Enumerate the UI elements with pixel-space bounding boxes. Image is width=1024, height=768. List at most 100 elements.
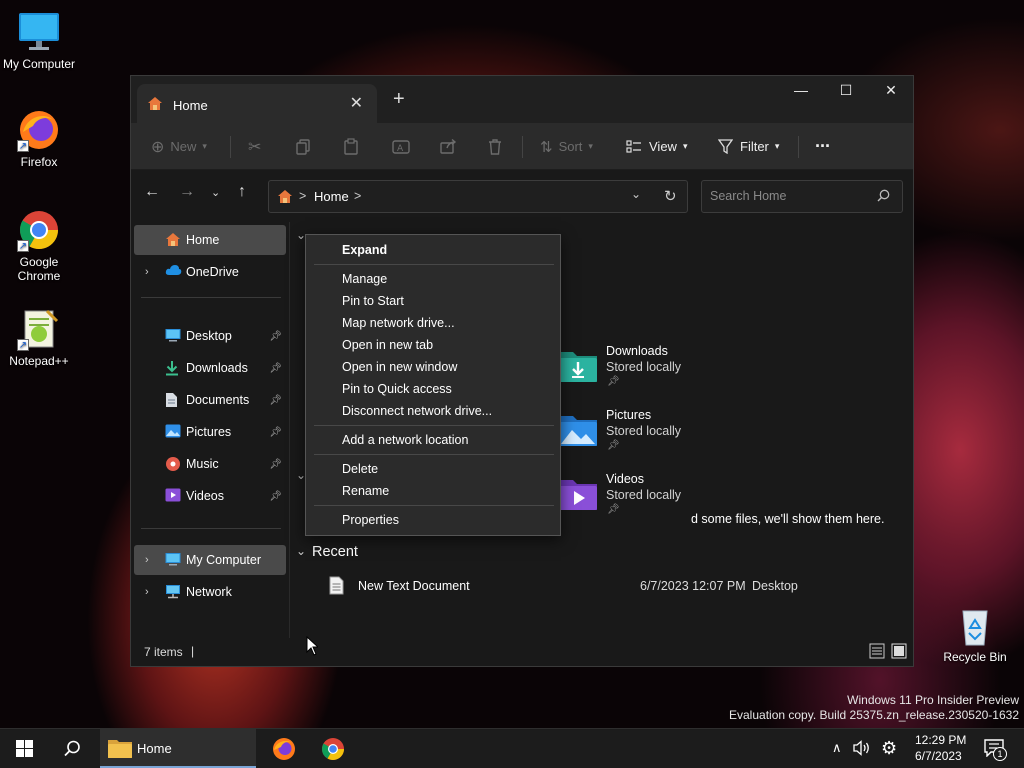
sidebar-item-home[interactable]: Home	[134, 225, 286, 255]
tiles-view-icon[interactable]	[891, 643, 907, 662]
filter-button[interactable]: Filter ▾	[718, 123, 779, 170]
menu-item-pin-to-start[interactable]: Pin to Start	[342, 291, 404, 311]
menu-item-open-in-new-window[interactable]: Open in new window	[342, 357, 457, 377]
desktop-icon-recycle-bin[interactable]: Recycle Bin	[937, 603, 1013, 664]
recycle-bin-icon	[953, 603, 997, 647]
see-more-button[interactable]: ···	[815, 123, 831, 170]
sidebar-item-pictures[interactable]: Pictures 📌︎	[134, 417, 286, 447]
forward-arrow-icon[interactable]: →	[179, 183, 195, 201]
breadcrumb-separator: >	[354, 189, 362, 203]
search-icon[interactable]	[64, 740, 81, 760]
pin-icon: 📌︎	[607, 440, 620, 451]
show-hidden-icons-chevron-icon[interactable]: ∧	[832, 740, 842, 756]
pictures-icon	[165, 424, 181, 440]
sidebar-item-documents[interactable]: Documents 📌︎	[134, 385, 286, 415]
refresh-icon[interactable]: ↻	[664, 187, 677, 205]
sidebar-item-my-computer[interactable]: › My Computer	[134, 545, 286, 575]
rename-button[interactable]: A	[392, 123, 410, 170]
tile-name: Downloads	[606, 344, 668, 358]
recent-collapse-chevron-icon[interactable]: ⌄	[296, 544, 306, 558]
taskbar-firefox-icon[interactable]	[272, 737, 296, 764]
start-button[interactable]	[16, 740, 33, 760]
music-icon	[165, 456, 181, 472]
videos-icon	[165, 488, 181, 504]
menu-item-expand[interactable]: Expand	[342, 240, 387, 260]
delete-button[interactable]	[488, 123, 502, 170]
close-icon[interactable]: ✕	[350, 93, 363, 113]
address-dropdown-chevron-icon[interactable]: ⌄	[631, 187, 641, 201]
quick-access-tile-pictures[interactable]: Pictures Stored locally 📌︎	[559, 404, 719, 458]
menu-item-pin-to-quick-access[interactable]: Pin to Quick access	[342, 379, 452, 399]
taskbar-explorer-button[interactable]: Home	[100, 729, 256, 768]
chevron-down-icon: ▾	[682, 141, 688, 151]
tile-name: Videos	[606, 472, 644, 486]
clipboard-icon	[344, 138, 358, 155]
sidebar-item-network[interactable]: › Network	[134, 577, 286, 607]
sidebar-item-videos[interactable]: Videos 📌︎	[134, 481, 286, 511]
windows-logo-icon	[16, 740, 33, 757]
menu-item-properties[interactable]: Properties	[342, 510, 399, 530]
menu-item-open-in-new-tab[interactable]: Open in new tab	[342, 335, 433, 355]
breadcrumb-home[interactable]: Home	[314, 189, 349, 204]
sidebar-item-music[interactable]: Music 📌︎	[134, 449, 286, 479]
minimize-button[interactable]: —	[778, 76, 824, 106]
title-bar: Home ✕ + — ☐ ✕	[131, 76, 913, 123]
sidebar-item-label: Videos	[186, 489, 224, 503]
quick-access-tile-downloads[interactable]: Downloads Stored locally 📌︎	[559, 340, 719, 394]
plus-icon[interactable]: +	[393, 88, 405, 111]
pin-icon: 📌︎	[269, 330, 282, 342]
cut-button[interactable]: ✂	[248, 123, 261, 170]
desktop-icon-google-chrome[interactable]: ↗ Google Chrome	[1, 208, 77, 283]
desktop-icon-notepad-plus-plus[interactable]: ↗ Notepad++	[1, 307, 77, 368]
menu-item-add-network-location[interactable]: Add a network location	[342, 430, 468, 450]
close-window-button[interactable]: ✕	[868, 76, 914, 106]
sidebar-item-label: Network	[186, 585, 232, 599]
sidebar-item-label: Downloads	[186, 361, 248, 375]
sidebar-item-downloads[interactable]: Downloads 📌︎	[134, 353, 286, 383]
up-arrow-icon[interactable]: ↑	[238, 183, 246, 201]
chevron-right-icon[interactable]: ›	[145, 554, 149, 566]
tab-home[interactable]: Home ✕	[137, 84, 377, 123]
more-icon: ···	[815, 136, 831, 156]
sidebar-item-onedrive[interactable]: › OneDrive	[134, 257, 286, 287]
maximize-button[interactable]: ☐	[823, 76, 869, 106]
desktop-icon-firefox[interactable]: ↗ Firefox	[1, 108, 77, 169]
menu-item-rename[interactable]: Rename	[342, 481, 389, 501]
back-arrow-icon[interactable]: ←	[144, 183, 160, 201]
plus-circle-icon: ⊕	[151, 138, 165, 156]
view-button[interactable]: View ▾	[626, 123, 687, 170]
address-bar[interactable]: > Home > ⌄ ↻	[268, 180, 688, 213]
clock-date[interactable]: 6/7/2023	[915, 749, 962, 763]
tile-name: Pictures	[606, 408, 652, 422]
desktop-icon-label: Google Chrome	[17, 255, 61, 283]
chevron-right-icon[interactable]: ›	[145, 266, 149, 278]
paste-button[interactable]	[344, 123, 358, 170]
share-button[interactable]	[440, 123, 457, 170]
sort-button[interactable]: ⇅ Sort ▾	[540, 123, 593, 170]
search-input[interactable]: Search Home	[701, 180, 903, 213]
sidebar-item-desktop[interactable]: Desktop 📌︎	[134, 321, 286, 351]
taskbar: Home ∧ ⚙ 12:29 PM 6/7/2023 1	[0, 728, 1024, 768]
downloads-folder-icon	[559, 348, 597, 385]
settings-gear-icon[interactable]: ⚙	[881, 738, 897, 759]
notepad-plus-plus-icon: ↗	[17, 307, 61, 351]
copy-button[interactable]	[296, 123, 310, 170]
menu-item-map-network-drive[interactable]: Map network drive...	[342, 313, 455, 333]
recent-locations-chevron-icon[interactable]: ⌄	[211, 186, 220, 199]
taskbar-chrome-icon[interactable]	[321, 737, 345, 764]
new-button[interactable]: ⊕ New ▾	[151, 123, 207, 170]
mouse-cursor-icon	[306, 635, 320, 659]
rename-icon: A	[392, 139, 410, 155]
menu-item-manage[interactable]: Manage	[342, 269, 387, 289]
menu-item-disconnect-network-drive[interactable]: Disconnect network drive...	[342, 401, 492, 421]
details-view-icon[interactable]	[869, 643, 885, 662]
table-row[interactable]: New Text Document 6/7/2023 12:07 PM Desk…	[321, 572, 901, 600]
pin-icon: 📌︎	[607, 376, 620, 387]
chevron-right-icon[interactable]: ›	[145, 586, 149, 598]
menu-item-delete[interactable]: Delete	[342, 459, 378, 479]
network-icon	[165, 584, 181, 600]
volume-icon[interactable]	[853, 740, 871, 759]
notification-count-badge: 1	[993, 747, 1007, 761]
clock-time[interactable]: 12:29 PM	[915, 733, 966, 747]
desktop-icon-my-computer[interactable]: My Computer	[1, 10, 77, 71]
